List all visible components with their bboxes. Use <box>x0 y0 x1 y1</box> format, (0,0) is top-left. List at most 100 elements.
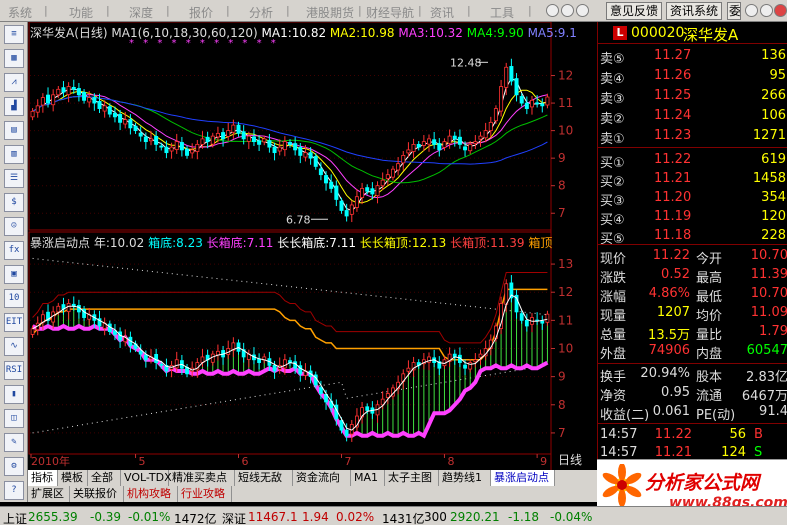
menu-quote[interactable]: 报价 <box>189 4 213 21</box>
menu-analysis[interactable]: 分析 <box>249 4 273 21</box>
close-icon[interactable] <box>774 4 787 17</box>
candle-body[interactable] <box>210 135 215 145</box>
sz-index-label[interactable]: 深证 <box>222 510 246 525</box>
candle-body[interactable] <box>421 141 426 146</box>
formula-icon[interactable]: fx <box>4 241 24 260</box>
extension-tab[interactable]: 扩展区 <box>28 486 70 502</box>
candle-body[interactable] <box>148 138 153 142</box>
candle-body[interactable] <box>401 154 406 164</box>
candle-body[interactable] <box>257 140 262 145</box>
window-icon[interactable] <box>745 4 758 17</box>
candle-body[interactable] <box>87 97 92 103</box>
candle-body[interactable] <box>499 86 504 112</box>
candle-body[interactable] <box>241 131 246 140</box>
candle-body[interactable] <box>411 143 416 152</box>
candle-body[interactable] <box>447 135 452 144</box>
candle-body[interactable] <box>154 135 159 145</box>
candle-body[interactable] <box>102 105 107 112</box>
people-icon[interactable]: ☺ <box>4 217 24 236</box>
candle-body[interactable] <box>468 143 473 152</box>
candle-body[interactable] <box>143 136 148 143</box>
candle-body[interactable] <box>267 140 272 148</box>
delegate-button-cut[interactable]: 委 <box>727 2 741 20</box>
candle-body[interactable] <box>61 87 66 93</box>
candle-body[interactable] <box>112 112 117 118</box>
wave-icon[interactable]: ∿ <box>4 337 24 356</box>
list-icon[interactable]: ≡ <box>4 25 24 44</box>
candle-body[interactable] <box>179 142 184 151</box>
kline-icon[interactable]: ⩘ <box>4 73 24 92</box>
candle-body[interactable] <box>251 136 256 143</box>
candle-body[interactable] <box>298 147 303 156</box>
bars-icon[interactable]: ▮ <box>4 385 24 404</box>
period-indicator[interactable]: 日线 <box>558 453 582 467</box>
help-icon[interactable]: ? <box>4 481 24 500</box>
candle-body[interactable] <box>365 187 370 192</box>
doc-icon[interactable]: ☰ <box>4 169 24 188</box>
setting-icon[interactable]: ⚙ <box>4 457 24 476</box>
indicator-tab[interactable]: MA1 <box>351 470 385 486</box>
extension-tab[interactable]: 行业攻略 <box>178 486 232 502</box>
candle-body[interactable] <box>370 188 375 195</box>
candle-body[interactable] <box>416 143 421 148</box>
candle-body[interactable] <box>82 91 87 101</box>
candle-body[interactable] <box>519 96 524 104</box>
indicator-tab[interactable]: 全部 <box>88 470 121 486</box>
candle-body[interactable] <box>71 86 76 90</box>
feedback-button[interactable]: 意见反馈 <box>606 2 663 20</box>
eit-icon[interactable]: EIT <box>4 313 24 332</box>
candle-body[interactable] <box>473 141 478 144</box>
help-icon[interactable] <box>546 4 559 17</box>
indicator-tab[interactable]: 指标 <box>28 470 58 486</box>
book-icon[interactable]: ▤ <box>4 121 24 140</box>
table-icon[interactable]: ▥ <box>4 145 24 164</box>
candle-body[interactable] <box>360 188 365 198</box>
news-icon[interactable]: ▣ <box>4 265 24 284</box>
candle-body[interactable] <box>118 113 123 123</box>
candle-body[interactable] <box>205 136 210 143</box>
candle-body[interactable] <box>437 143 442 151</box>
tools-icon[interactable]: ✎ <box>4 433 24 452</box>
candle-body[interactable] <box>92 97 97 104</box>
candle-body[interactable] <box>277 146 282 152</box>
candle-body[interactable] <box>40 97 45 106</box>
candle-body[interactable] <box>344 210 349 217</box>
candle-body[interactable] <box>375 185 380 197</box>
minimize-icon[interactable] <box>561 4 574 17</box>
candle-body[interactable] <box>529 99 534 108</box>
indicator-tab[interactable]: VOL-TDX <box>121 470 172 486</box>
menu-hk-futures[interactable]: 港股期货 <box>306 4 354 21</box>
candle-body[interactable] <box>509 66 514 82</box>
f10-icon[interactable]: 10 <box>4 289 24 308</box>
candle-body[interactable] <box>231 124 236 133</box>
menu-news[interactable]: 资讯 <box>430 4 454 21</box>
indicator-tab[interactable]: 短线无敌 <box>235 470 293 486</box>
candle-body[interactable] <box>457 136 462 145</box>
menu-depth[interactable]: 深度 <box>129 4 153 21</box>
candle-body[interactable] <box>432 139 437 145</box>
candle-body[interactable] <box>524 102 529 109</box>
candle-body[interactable] <box>427 138 432 145</box>
candle-body[interactable] <box>293 143 298 151</box>
grid-icon[interactable]: ▦ <box>4 49 24 68</box>
candle-body[interactable] <box>349 204 354 215</box>
candle-body[interactable] <box>262 138 267 143</box>
hs300-label[interactable]: 300 <box>424 510 447 524</box>
candle-body[interactable] <box>308 152 313 159</box>
extension-tab[interactable]: 关联报价 <box>70 486 124 502</box>
candle-body[interactable] <box>329 181 334 189</box>
indicator-tab[interactable]: 精准买卖点 <box>169 470 235 486</box>
candle-body[interactable] <box>221 132 226 140</box>
candle-body[interactable] <box>535 102 540 105</box>
sh-index-label[interactable]: 上证 <box>3 510 27 525</box>
money-icon[interactable]: $ <box>4 193 24 212</box>
candle-body[interactable] <box>504 66 509 88</box>
candle-body[interactable] <box>442 141 447 148</box>
candle-body[interactable] <box>35 105 40 113</box>
candle-body[interactable] <box>380 179 385 187</box>
candle-body[interactable] <box>123 119 128 125</box>
candle-body[interactable] <box>334 185 339 200</box>
candle-body[interactable] <box>30 110 35 118</box>
menu-finance-nav[interactable]: 财经导航 <box>366 4 414 21</box>
candle-body[interactable] <box>66 86 71 95</box>
